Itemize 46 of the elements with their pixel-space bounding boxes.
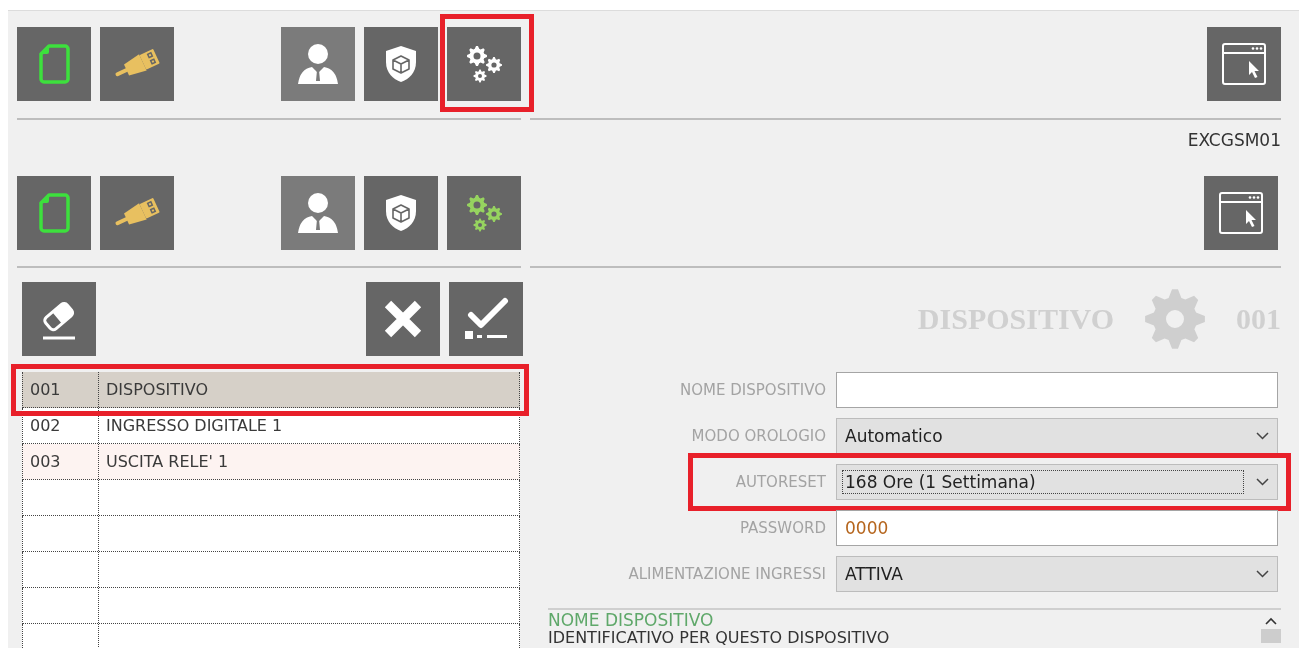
- scrollbar-thumb[interactable]: [1261, 629, 1281, 643]
- eraser-button[interactable]: [22, 282, 96, 356]
- shield-button[interactable]: [364, 176, 438, 250]
- field-label: MODO OROLOGIO: [691, 427, 826, 445]
- list-row[interactable]: 003 USCITA RELE' 1: [22, 444, 520, 480]
- new-file-button[interactable]: [17, 176, 91, 250]
- window-button[interactable]: [1204, 176, 1278, 250]
- usb-button[interactable]: [100, 176, 174, 250]
- table-cell-text: DISPOSITIVO: [105, 379, 210, 401]
- usb-button[interactable]: [100, 27, 174, 101]
- new-file-button[interactable]: [17, 27, 91, 101]
- password-field[interactable]: 0000: [836, 510, 1278, 546]
- dropdown[interactable]: 168 Ore (1 Settimana): [836, 464, 1278, 500]
- help-text: IDENTIFICATIVO PER QUESTO DISPOSITIVO: [548, 629, 891, 647]
- list-row[interactable]: 001 DISPOSITIVO: [22, 372, 520, 408]
- table-cell: 002: [23, 408, 99, 443]
- cancel-button[interactable]: [366, 282, 440, 356]
- chevron-down-icon: [1256, 432, 1269, 440]
- gear-icon: [1144, 288, 1206, 350]
- table-cell: 001: [23, 372, 99, 407]
- user-button[interactable]: [281, 27, 355, 101]
- field-label: NOME DISPOSITIVO: [680, 381, 826, 399]
- window-cursor-icon: [1218, 191, 1264, 235]
- text-field[interactable]: [836, 372, 1278, 408]
- close-icon: [383, 299, 423, 339]
- table-cell: 003: [23, 444, 99, 479]
- table-cell-text: INGRESSO DIGITALE 1: [105, 415, 284, 437]
- settings-button[interactable]: [447, 176, 521, 250]
- chevron-down-icon: [1256, 570, 1269, 578]
- confirm-button[interactable]: [449, 282, 523, 356]
- check-icon: [463, 297, 509, 341]
- chevron-down-icon: [1256, 478, 1269, 486]
- scroll-up-icon[interactable]: [1265, 617, 1277, 625]
- table-cell-text: USCITA RELE' 1: [105, 451, 230, 473]
- device-code: EXCGSM01: [1187, 129, 1281, 151]
- field-label: AUTORESET: [735, 473, 826, 491]
- settings-button[interactable]: [447, 27, 521, 101]
- field-label: PASSWORD: [740, 519, 826, 537]
- shield-button[interactable]: [364, 27, 438, 101]
- window-cursor-icon: [1221, 42, 1267, 86]
- user-button[interactable]: [281, 176, 355, 250]
- window-button[interactable]: [1207, 27, 1281, 101]
- help-title: NOME DISPOSITIVO: [548, 611, 715, 629]
- dropdown[interactable]: Automatico: [836, 418, 1278, 454]
- dropdown[interactable]: ATTIVA: [836, 556, 1278, 592]
- field-label: ALIMENTAZIONE INGRESSI: [628, 565, 826, 583]
